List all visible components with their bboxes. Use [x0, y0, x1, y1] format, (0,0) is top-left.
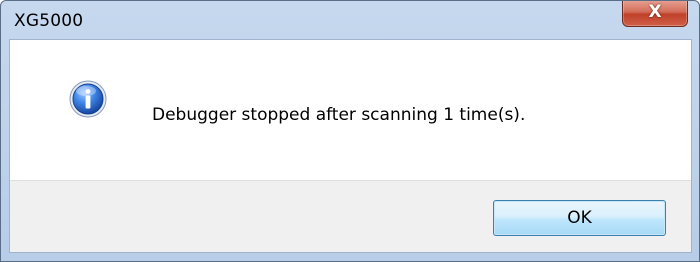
button-area: OK [10, 180, 691, 252]
dialog-message: Debugger stopped after scanning 1 time(s… [152, 105, 526, 125]
close-button[interactable]: X [622, 1, 688, 27]
dialog-window: XG5000 X Debugger stopped after scanning… [0, 0, 700, 262]
window-title: XG5000 [14, 11, 84, 31]
message-area: Debugger stopped after scanning 1 time(s… [10, 40, 691, 180]
title-bar[interactable]: XG5000 X [1, 1, 699, 39]
dialog-body: Debugger stopped after scanning 1 time(s… [9, 39, 692, 253]
info-icon [69, 80, 107, 118]
ok-button[interactable]: OK [493, 200, 666, 236]
close-icon: X [648, 2, 662, 22]
